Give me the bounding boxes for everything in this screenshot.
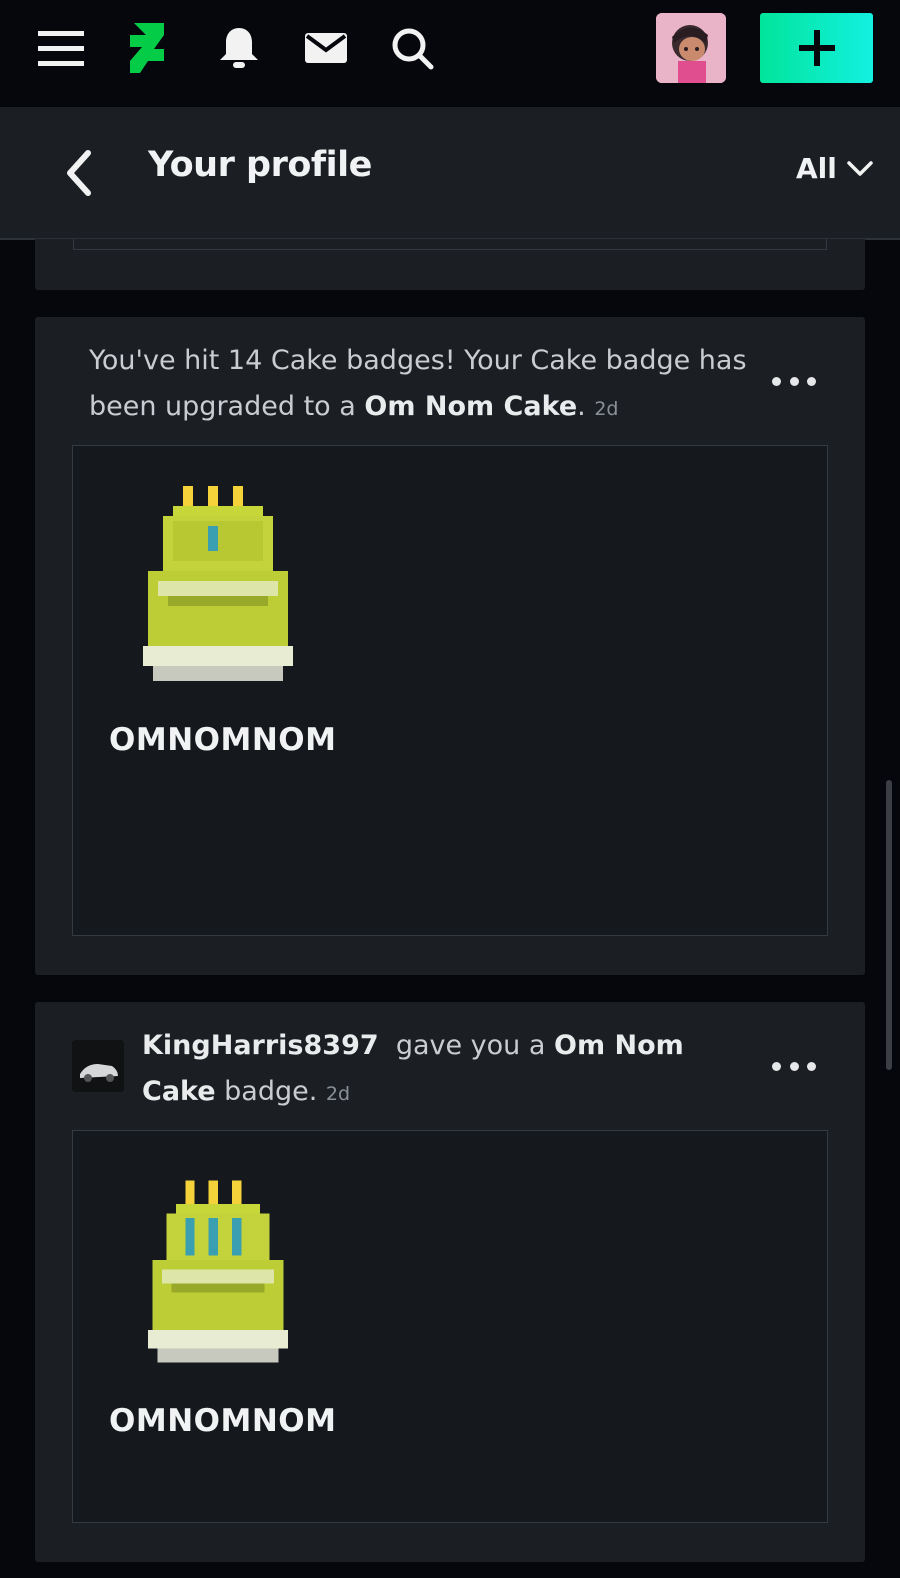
more-options-icon[interactable] bbox=[772, 371, 816, 391]
page-title: Your profile bbox=[148, 145, 372, 185]
badge-name: OMNOMNOM bbox=[109, 722, 337, 758]
cake-badge-icon bbox=[148, 1180, 288, 1363]
chevron-down-icon bbox=[847, 160, 873, 176]
notification-message: gave you a bbox=[395, 1030, 546, 1061]
menu-icon[interactable] bbox=[37, 22, 85, 74]
notification-text: You've hit 14 Cake badges! Your Cake bad… bbox=[89, 338, 769, 432]
search-icon[interactable] bbox=[388, 22, 436, 74]
timestamp: 2d bbox=[594, 398, 619, 420]
notification-card: You've hit 14 Cake badges! Your Cake bad… bbox=[35, 317, 865, 975]
filter-dropdown[interactable]: All bbox=[796, 152, 873, 185]
filter-label: All bbox=[796, 152, 837, 185]
page-header: Your profile All bbox=[0, 107, 900, 240]
badge-name: OMNOMNOM bbox=[109, 1403, 337, 1439]
user-avatar[interactable] bbox=[72, 1040, 124, 1092]
mail-icon[interactable] bbox=[302, 22, 350, 74]
more-options-icon[interactable] bbox=[772, 1056, 816, 1076]
notification-suffix: . bbox=[577, 391, 586, 422]
notification-text: KingHarris8397 gave you a Om Nom Cake ba… bbox=[142, 1023, 762, 1117]
back-arrow-icon[interactable] bbox=[60, 149, 100, 197]
previous-notification-card bbox=[35, 239, 865, 290]
timestamp: 2d bbox=[325, 1083, 351, 1105]
bell-icon[interactable] bbox=[215, 22, 263, 74]
cake-badge-icon bbox=[143, 486, 293, 681]
notification-suffix: badge. bbox=[224, 1076, 318, 1107]
add-button[interactable] bbox=[760, 13, 873, 83]
top-navigation-bar bbox=[0, 0, 900, 107]
avatar[interactable] bbox=[656, 13, 726, 83]
scrollbar[interactable] bbox=[886, 780, 892, 1070]
deviantart-logo[interactable] bbox=[124, 22, 172, 74]
badge-preview[interactable]: OMNOMNOM bbox=[72, 1130, 828, 1523]
previous-badge-box bbox=[73, 239, 827, 250]
badge-preview[interactable]: OMNOMNOM bbox=[72, 445, 828, 936]
notification-card: KingHarris8397 gave you a Om Nom Cake ba… bbox=[35, 1002, 865, 1562]
plus-icon bbox=[798, 30, 835, 66]
username-link[interactable]: KingHarris8397 bbox=[142, 1030, 379, 1061]
badge-link[interactable]: Om Nom Cake bbox=[364, 391, 577, 422]
